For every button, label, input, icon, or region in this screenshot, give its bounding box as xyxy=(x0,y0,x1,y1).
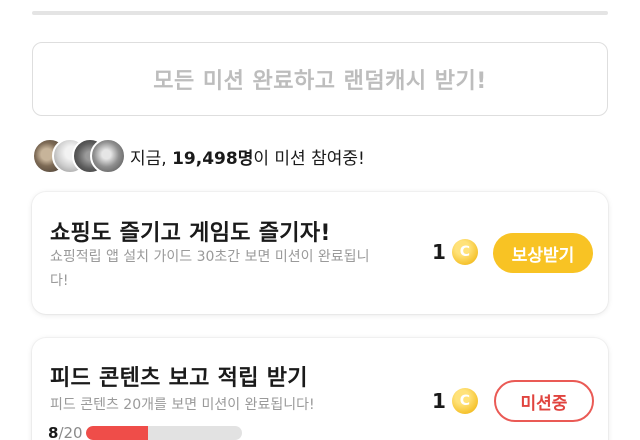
all-missions-reward-button[interactable]: 모든 미션 완료하고 랜덤캐시 받기! xyxy=(32,42,608,116)
cash-coin-icon: C xyxy=(451,388,478,414)
participants-suffix: 이 미션 참여중! xyxy=(253,148,365,169)
avatar xyxy=(90,138,126,174)
mission-title: 쇼핑도 즐기고 게임도 즐기자! xyxy=(50,221,331,246)
mission-card-feed-content: 피드 콘텐츠 보고 적립 받기 피드 콘텐츠 20개를 보면 미션이 완료됩니다… xyxy=(32,338,608,440)
progress-bar-fill xyxy=(86,426,149,440)
progress-current: 8 xyxy=(48,424,59,440)
participants-text: 지금, 19,498명이 미션 참여중! xyxy=(130,144,365,169)
mission-reward: 1 C xyxy=(432,239,478,265)
progress-count: 8/20 xyxy=(48,424,83,440)
participants-prefix: 지금, xyxy=(130,148,173,169)
participant-avatars xyxy=(32,136,126,176)
progress-total: /20 xyxy=(58,424,83,440)
cash-coin-icon: C xyxy=(451,239,478,265)
mission-description: 쇼핑적립 앱 설치 가이드 30초간 보면 미션이 완료됩니다! xyxy=(50,249,370,289)
reward-amount: 1 xyxy=(432,389,446,413)
participants-row: 지금, 19,498명이 미션 참여중! xyxy=(32,136,365,176)
participants-count: 19,498명 xyxy=(172,148,254,169)
mission-description: 피드 콘텐츠 20개를 보면 미션이 완료됩니다! xyxy=(50,397,315,413)
top-divider xyxy=(32,11,608,15)
claim-reward-button[interactable]: 보상받기 xyxy=(493,233,593,273)
reward-amount: 1 xyxy=(432,240,446,264)
mission-title: 피드 콘텐츠 보고 적립 받기 xyxy=(50,366,308,391)
progress-bar xyxy=(86,426,242,440)
mission-card-shopping-game: 쇼핑도 즐기고 게임도 즐기자! 쇼핑적립 앱 설치 가이드 30초간 보면 미… xyxy=(32,192,608,314)
mission-in-progress-button[interactable]: 미션중 xyxy=(494,380,594,422)
mission-reward: 1 C xyxy=(432,388,478,414)
